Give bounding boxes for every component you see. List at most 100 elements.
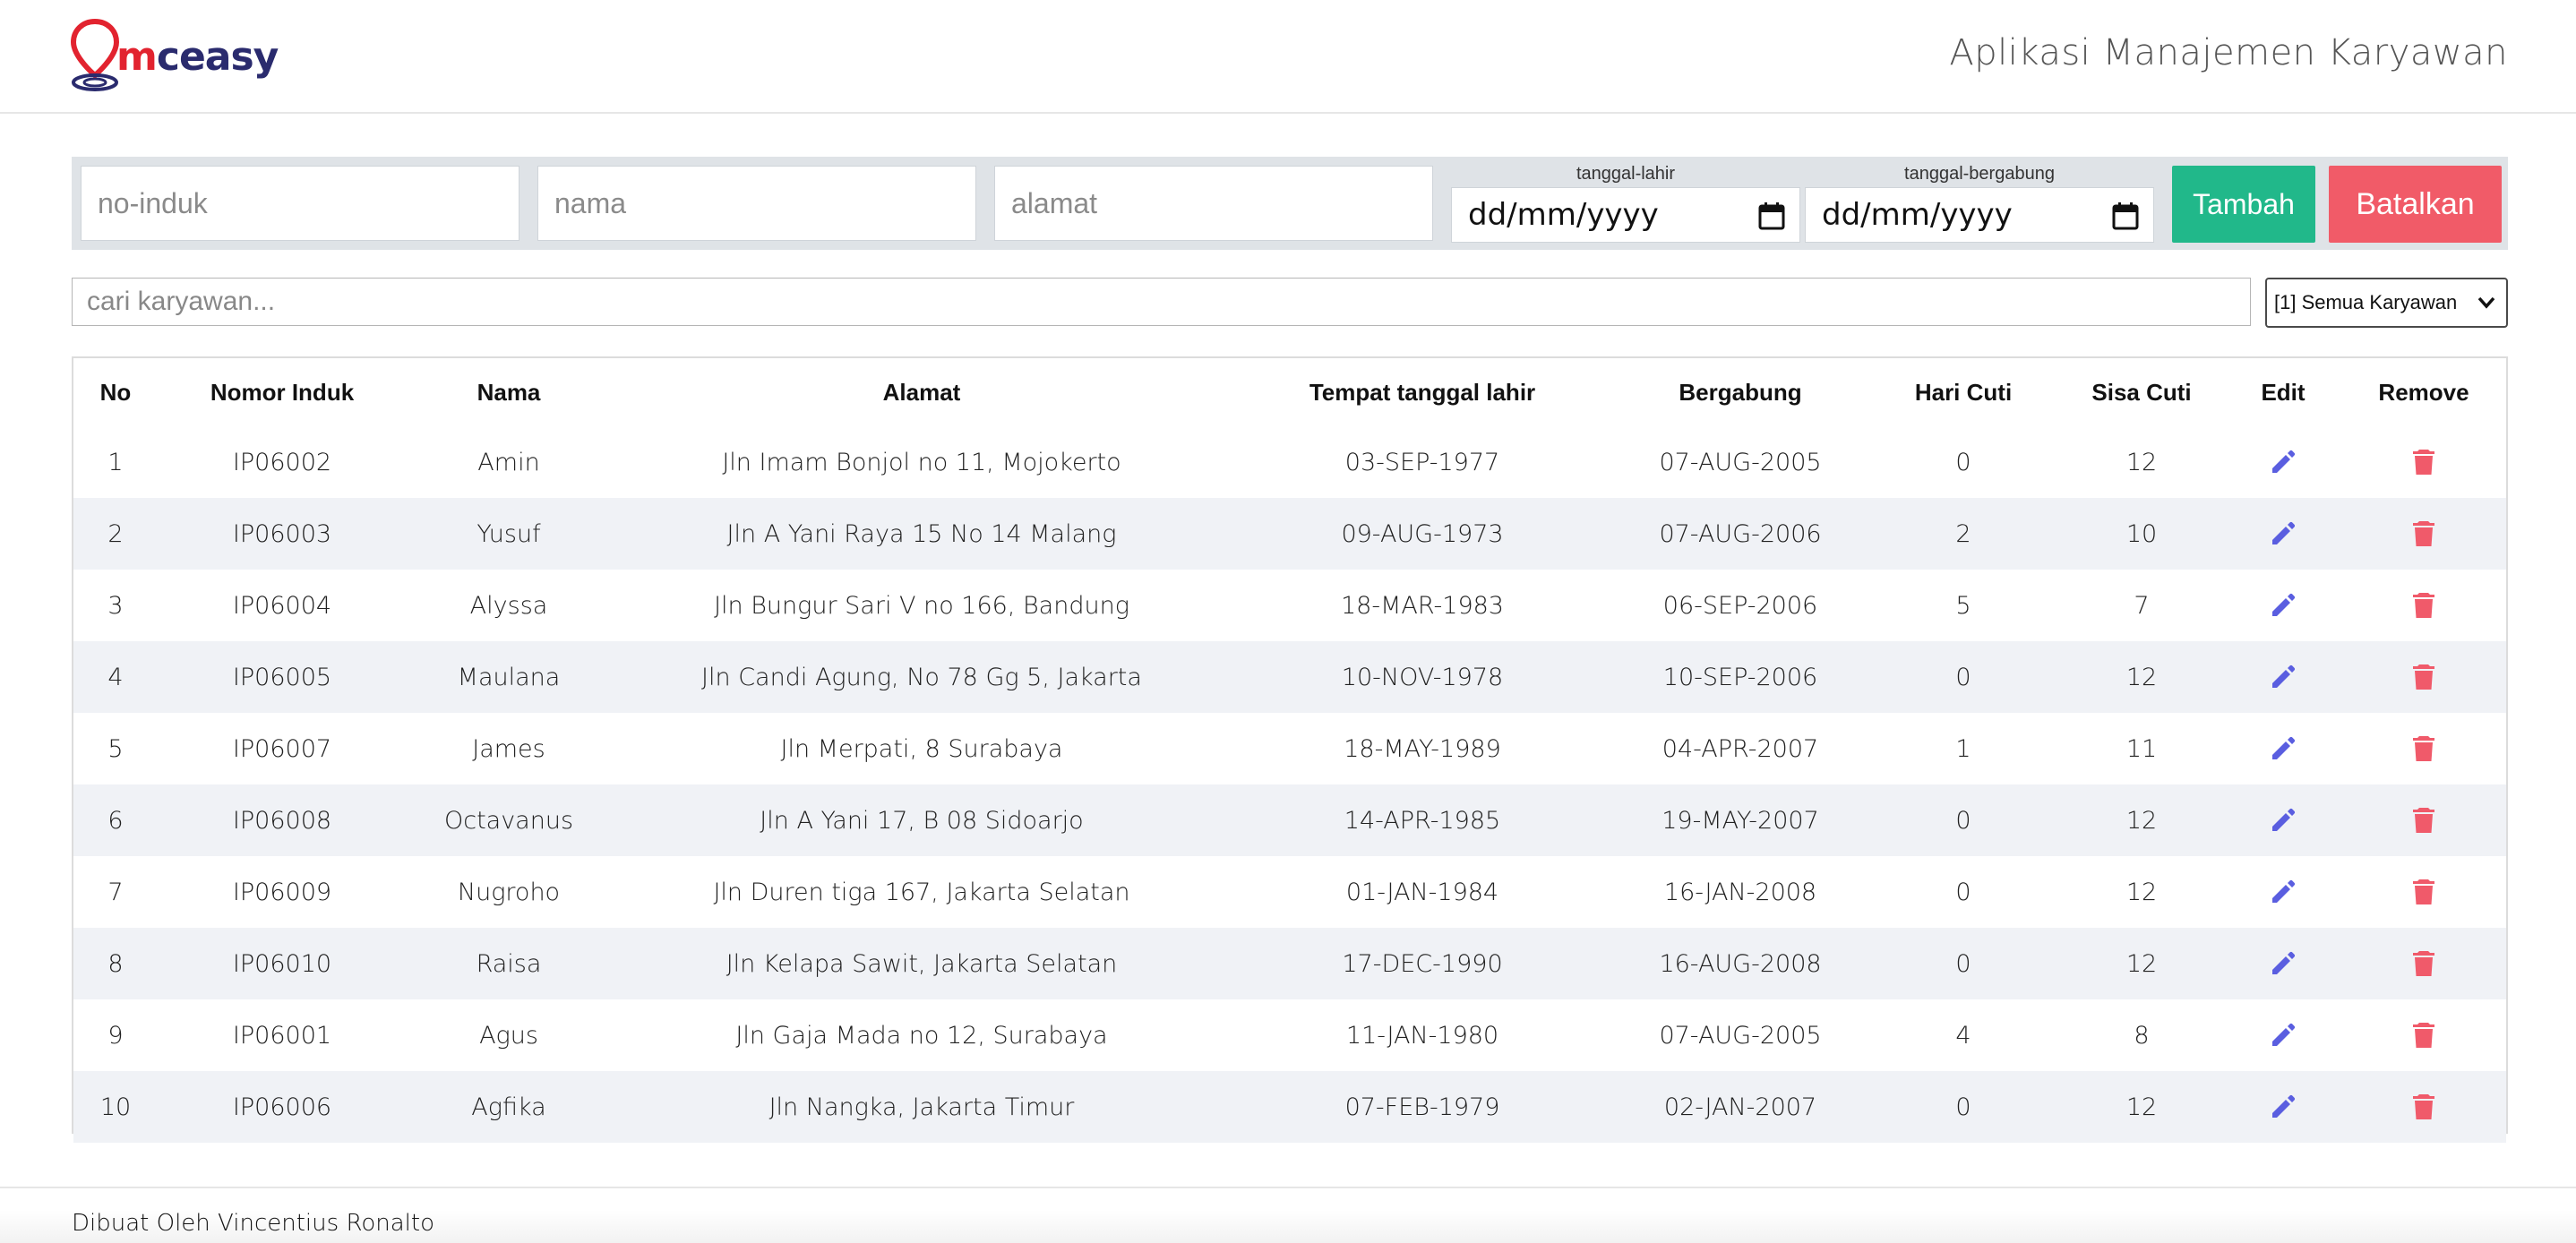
table-cell: IP06010 — [158, 928, 407, 999]
tanggal-bergabung-input[interactable]: dd/mm/yyyy — [1805, 187, 2154, 243]
column-header: Sisa Cuti — [2091, 378, 2192, 406]
pencil-icon[interactable] — [2269, 1093, 2297, 1121]
footer-credit: Dibuat Oleh Vincentius Ronalto — [72, 1210, 434, 1237]
table-cell: 7 — [107, 878, 124, 906]
table-cell: Jln Nangka, Jakarta Timur — [611, 1071, 1232, 1143]
tanggal-lahir-input[interactable]: dd/mm/yyyy — [1451, 187, 1800, 243]
trash-icon[interactable] — [2409, 519, 2438, 548]
pencil-icon[interactable] — [2269, 448, 2297, 476]
pencil-icon[interactable] — [2269, 878, 2297, 906]
table-cell: 16-AUG-2008 — [1612, 928, 1868, 999]
trash-icon[interactable] — [2409, 734, 2438, 763]
edit-cell — [2225, 426, 2341, 498]
table-cell: 11 — [2125, 734, 2158, 763]
table-cell: Maulana — [407, 641, 611, 713]
table-cell: 1 — [1955, 734, 1971, 763]
table-row: 8 IP06010 Raisa Jln Kelapa Sawit, Jakarta S… — [73, 928, 2506, 999]
edit-cell — [2225, 641, 2341, 713]
calendar-icon[interactable] — [1758, 201, 1785, 230]
column-header: Bergabung — [1679, 378, 1802, 406]
remove-cell — [2341, 1071, 2506, 1143]
pencil-icon[interactable] — [2269, 591, 2297, 620]
table-cell: 12 — [2058, 1071, 2225, 1143]
table-cell: IP06006 — [158, 1071, 407, 1143]
trash-icon[interactable] — [2409, 448, 2438, 476]
table-cell: IP06002 — [232, 448, 332, 476]
trash-icon[interactable] — [2409, 663, 2438, 691]
pencil-icon[interactable] — [2269, 949, 2297, 978]
trash-icon[interactable] — [2409, 1093, 2438, 1121]
table-cell: 07-AUG-2006 — [1612, 498, 1868, 570]
table-row: 6 IP06008 Octavanus Jln A Yani 17, B 08 Sid… — [73, 784, 2506, 856]
tanggal-lahir-value: dd/mm/yyyy — [1468, 197, 1659, 233]
table-cell: IP06007 — [232, 734, 332, 763]
chevron-down-icon — [2477, 296, 2495, 309]
employee-form: no-induk nama alamat tanggal-lahir dd/mm… — [72, 157, 2508, 250]
table-cell: IP06005 — [158, 641, 407, 713]
table-cell: 9 — [107, 1021, 124, 1050]
remove-cell — [2341, 498, 2506, 570]
column-header: No — [99, 378, 132, 406]
table-cell: 01-JAN-1984 — [1345, 878, 1499, 906]
tanggal-bergabung-group: tanggal-bergabung dd/mm/yyyy — [1805, 157, 2154, 250]
column-header: Remove — [2378, 378, 2469, 406]
calendar-icon[interactable] — [2112, 201, 2139, 230]
trash-icon[interactable] — [2409, 806, 2438, 835]
table-cell: 04-APR-2007 — [1662, 734, 1819, 763]
table-cell: 07-AUG-2005 — [1659, 448, 1822, 476]
employee-filter-select[interactable]: [1] Semua Karyawan — [2265, 278, 2508, 328]
table-row: 10 IP06006 Agfika Jln Nangka, Jakarta Timur… — [73, 1071, 2506, 1143]
table-cell: Raisa — [407, 928, 611, 999]
edit-cell — [2225, 1071, 2341, 1143]
remove-cell — [2341, 928, 2506, 999]
pencil-icon[interactable] — [2269, 734, 2297, 763]
search-input[interactable]: cari karyawan... — [72, 278, 2251, 326]
table-cell: 07-AUG-2005 — [1659, 1021, 1822, 1050]
table-cell: IP06003 — [158, 498, 407, 570]
table-cell: 0 — [1868, 784, 2058, 856]
no-induk-input[interactable]: no-induk — [81, 166, 519, 241]
pencil-icon[interactable] — [2269, 519, 2297, 548]
app-header: mceasy Aplikasi Manajemen Karyawan — [0, 0, 2576, 114]
table-cell: Jln Bungur Sari V no 166, Bandung — [714, 591, 1129, 620]
column-header: Hari Cuti — [1914, 378, 2013, 406]
column-header: Nomor Induk — [210, 378, 355, 406]
table-cell: Agfika — [407, 1071, 611, 1143]
table-cell: 0 — [1868, 641, 2058, 713]
table-cell: IP06009 — [232, 878, 332, 906]
table-cell: IP06008 — [158, 784, 407, 856]
table-row: 2 IP06003 Yusuf Jln A Yani Raya 15 No 14 Ma… — [73, 498, 2506, 570]
trash-icon[interactable] — [2409, 949, 2438, 978]
table-cell: Jln Candi Agung, No 78 Gg 5, Jakarta — [611, 641, 1232, 713]
table-cell: Jln Merpati, 8 Surabaya — [780, 734, 1063, 763]
pencil-icon[interactable] — [2269, 806, 2297, 835]
edit-cell — [2225, 713, 2341, 784]
table-cell: 12 — [2058, 641, 2225, 713]
table-cell: Octavanus — [407, 784, 611, 856]
table-header-row: No Nomor Induk Nama Alamat Tempat tangga… — [73, 358, 2506, 426]
nama-input[interactable]: nama — [537, 166, 976, 241]
table-cell: Jln Gaja Mada no 12, Surabaya — [735, 1021, 1108, 1050]
trash-icon[interactable] — [2409, 1021, 2438, 1050]
table-row: 4 IP06005 Maulana Jln Candi Agung, No 78 Gg… — [73, 641, 2506, 713]
alamat-input[interactable]: alamat — [994, 166, 1433, 241]
batalkan-button[interactable]: Batalkan — [2329, 166, 2502, 243]
table-cell: 7 — [2134, 591, 2150, 620]
column-header: Nama — [477, 378, 541, 406]
edit-cell — [2225, 999, 2341, 1071]
table-cell: James — [472, 734, 545, 763]
table-cell: 4 — [1955, 1021, 1971, 1050]
tanggal-bergabung-value: dd/mm/yyyy — [1822, 197, 2013, 233]
remove-cell — [2341, 713, 2506, 784]
pencil-icon[interactable] — [2269, 663, 2297, 691]
location-pin-icon — [70, 18, 120, 91]
trash-icon[interactable] — [2409, 878, 2438, 906]
remove-cell — [2341, 999, 2506, 1071]
edit-cell — [2225, 928, 2341, 999]
table-cell: 2 — [1868, 498, 2058, 570]
pencil-icon[interactable] — [2269, 1021, 2297, 1050]
mceasy-logo[interactable]: mceasy — [70, 18, 279, 93]
tambah-button[interactable]: Tambah — [2172, 166, 2315, 243]
trash-icon[interactable] — [2409, 591, 2438, 620]
remove-cell — [2341, 784, 2506, 856]
